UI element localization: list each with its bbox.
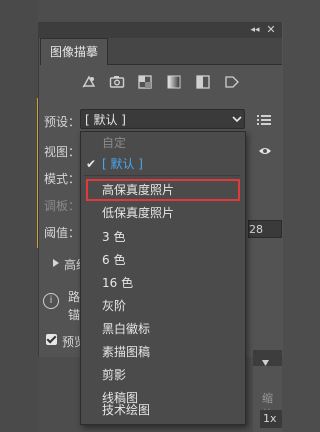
menu-item-label: 黑白徽标	[102, 322, 151, 336]
menu-item-6-colors[interactable]: 6 色	[81, 249, 243, 271]
preset-label: 预设：	[44, 115, 81, 129]
palette-label: 调板：	[44, 199, 81, 213]
tab-image-trace[interactable]: 图像描摹	[40, 38, 108, 65]
mode-label: 模式：	[44, 172, 81, 186]
menu-item-grayscale[interactable]: 灰阶	[81, 295, 243, 317]
scale-label: 缩放	[262, 392, 273, 421]
view-label: 视图：	[44, 145, 81, 159]
threshold-value: 28	[249, 223, 263, 236]
half-square-icon[interactable]	[195, 74, 211, 90]
menu-item-black-white-logo[interactable]: 黑白徽标	[81, 318, 243, 340]
collapse-icon[interactable]: ◂◂	[248, 24, 262, 36]
menu-item-label: 素描图稿	[102, 345, 151, 359]
menu-divider	[84, 175, 240, 176]
menu-item-default[interactable]: ✔ [ 默认 ]	[81, 153, 243, 175]
threshold-input[interactable]: 28	[248, 220, 282, 238]
menu-item-label: 16 色	[102, 276, 134, 290]
photo-camera-icon[interactable]	[109, 74, 125, 90]
squares-icon[interactable]	[137, 74, 153, 90]
menu-item-label: 6 色	[102, 253, 126, 267]
panel-expand-triangle-icon[interactable]	[262, 360, 269, 366]
auto-color-icon[interactable]	[81, 74, 97, 90]
scale-value-field[interactable]: 1x	[260, 410, 282, 428]
app-left-bar	[0, 0, 38, 432]
menu-item-3-colors[interactable]: 3 色	[81, 226, 243, 248]
menu-item-label: 3 色	[102, 230, 126, 244]
gradient-square-icon[interactable]	[166, 74, 182, 90]
menu-item-16-colors[interactable]: 16 色	[81, 272, 243, 294]
menu-item-silhouettes[interactable]: 剪影	[81, 364, 243, 386]
checkmark-icon: ✔	[86, 157, 97, 171]
expand-triangle-icon[interactable]	[52, 259, 60, 267]
menu-item-label: 技术绘图	[102, 403, 151, 417]
close-icon[interactable]: ✕	[265, 24, 277, 36]
eye-icon[interactable]	[258, 146, 272, 156]
preview-checkbox[interactable]	[46, 334, 57, 345]
menu-item-label: 灰阶	[102, 299, 127, 313]
preset-options-icon[interactable]	[257, 114, 271, 126]
menu-item-label: 自定	[102, 136, 127, 150]
tab-row-fill	[106, 38, 282, 65]
menu-item-technical-drawing[interactable]: 技术绘图	[81, 399, 243, 421]
info-icon: i	[43, 293, 59, 309]
highlight-annotation-box	[86, 179, 240, 201]
panel-title-bar[interactable]	[38, 22, 282, 38]
menu-item-label: 剪影	[102, 368, 127, 382]
preset-select[interactable]: [ 默认 ]	[80, 109, 245, 129]
menu-item-label: [ 默认 ]	[102, 157, 143, 171]
menu-item-custom: 自定	[81, 132, 243, 154]
tag-outline-icon[interactable]	[224, 74, 240, 90]
chevron-down-icon[interactable]	[231, 113, 243, 125]
info-text-anchors: 锚	[68, 308, 81, 322]
menu-item-label: 低保真度照片	[102, 206, 175, 220]
info-text-paths: 路	[68, 290, 81, 304]
menu-item-low-fidelity-photo[interactable]: 低保真度照片	[81, 202, 243, 224]
threshold-label: 阈值：	[44, 226, 81, 240]
menu-item-sketched-art[interactable]: 素描图稿	[81, 341, 243, 363]
